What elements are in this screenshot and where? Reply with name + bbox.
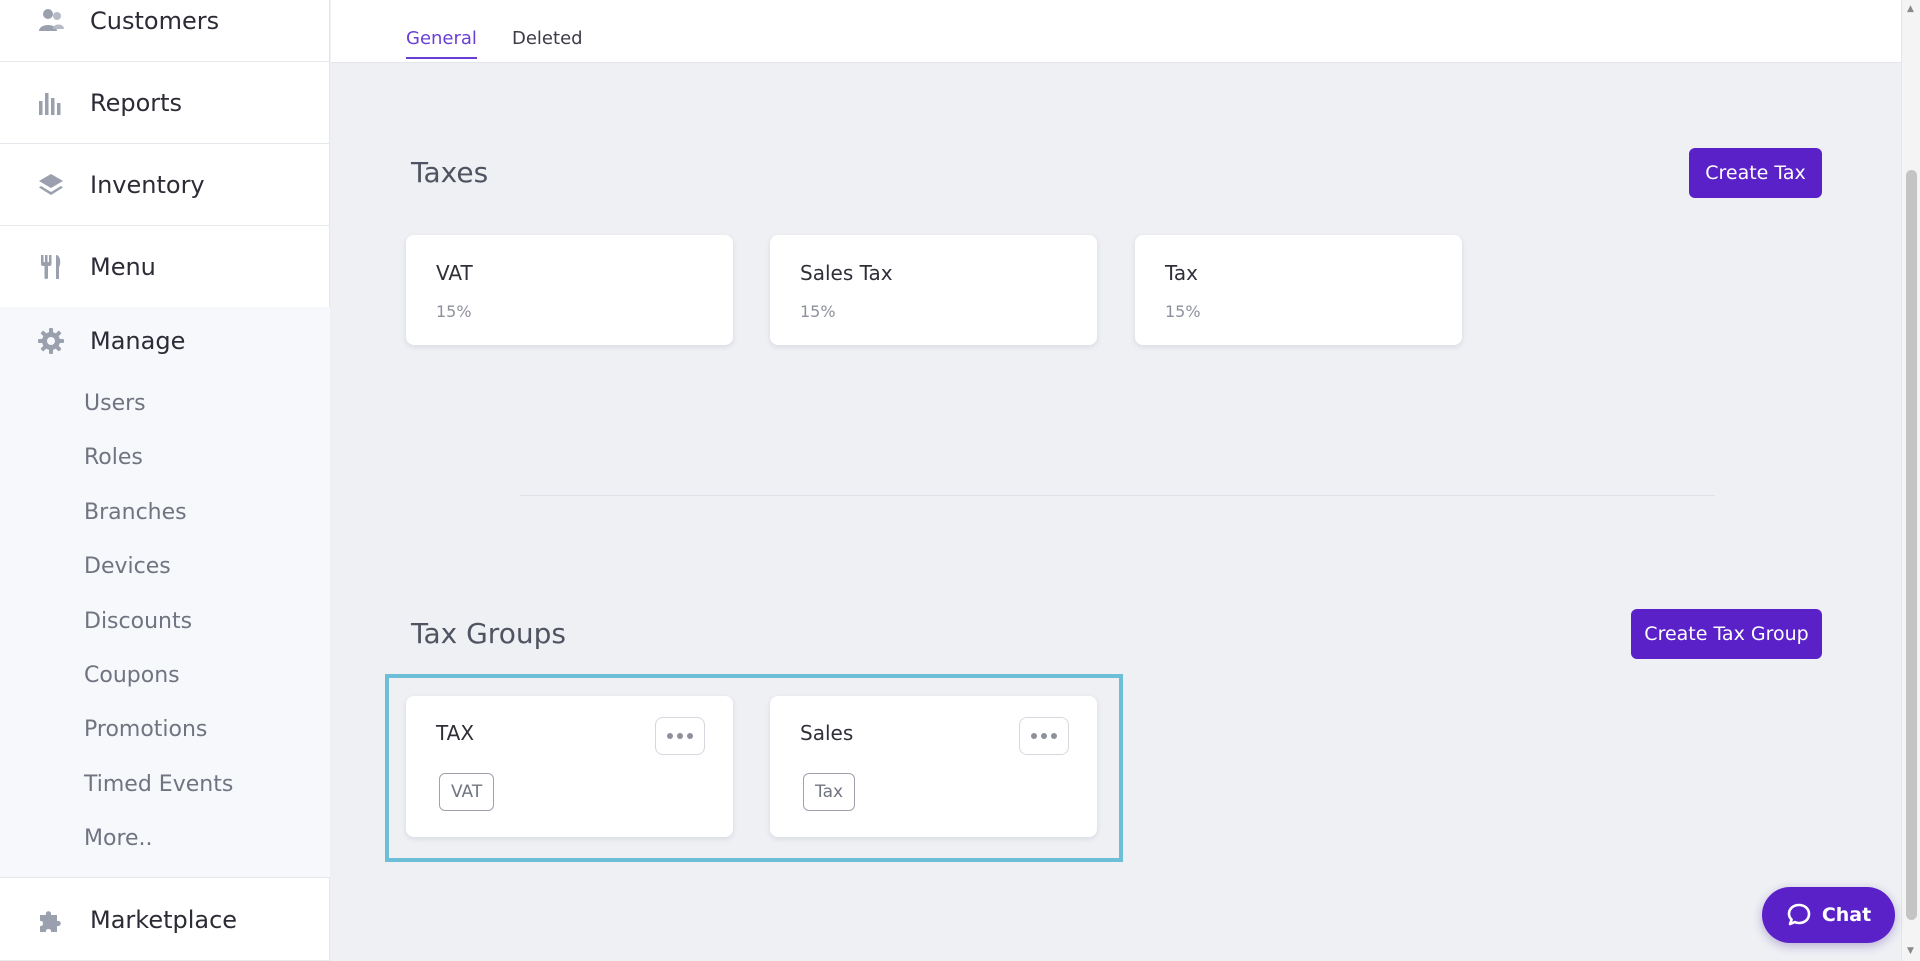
scroll-up-arrow-icon[interactable]: ▲ (1907, 4, 1914, 14)
tax-name: Tax (1165, 261, 1198, 285)
tax-group-name: TAX (436, 721, 475, 745)
tax-group-name: Sales (800, 721, 854, 745)
sidebar-item-label: Inventory (90, 170, 205, 199)
sidebar-item-label: Customers (90, 6, 220, 35)
tax-rate: 15% (1165, 302, 1201, 321)
puzzle-icon (36, 905, 66, 935)
sidebar-item-reports[interactable]: Reports (0, 62, 330, 144)
more-options-button[interactable] (1019, 717, 1069, 755)
sidebar: Customers Reports Inventory Menu Manage … (0, 0, 330, 961)
sidebar-subitem-timed-events[interactable]: Timed Events (84, 772, 233, 797)
tax-groups-title: Tax Groups (411, 617, 566, 650)
sidebar-item-label: Marketplace (90, 905, 238, 934)
sidebar-item-customers[interactable]: Customers (0, 0, 330, 62)
sidebar-item-label: Menu (90, 252, 156, 281)
ellipsis-icon (665, 733, 695, 739)
chat-bubble-icon (1786, 902, 1812, 928)
tab-deleted[interactable]: Deleted (512, 28, 583, 57)
sidebar-subitem-coupons[interactable]: Coupons (84, 663, 180, 688)
sidebar-subitem-roles[interactable]: Roles (84, 445, 143, 470)
sidebar-item-inventory[interactable]: Inventory (0, 144, 330, 226)
scroll-down-arrow-icon[interactable]: ▼ (1907, 946, 1914, 956)
sidebar-item-label: Reports (90, 88, 183, 117)
sidebar-subitem-users[interactable]: Users (84, 391, 146, 416)
tax-group-card-tax[interactable]: TAX VAT (406, 696, 733, 837)
tab-general[interactable]: General (406, 28, 477, 59)
chat-button[interactable]: Chat (1762, 887, 1895, 943)
ellipsis-icon (1029, 733, 1059, 739)
more-options-button[interactable] (655, 717, 705, 755)
tax-chip: Tax (803, 773, 856, 811)
sidebar-subitem-more[interactable]: More.. (84, 826, 153, 851)
sidebar-item-label: Manage (90, 327, 186, 355)
tax-rate: 15% (800, 302, 836, 321)
tab-bar: General Deleted (331, 0, 1901, 63)
taxes-title: Taxes (411, 156, 489, 189)
layers-icon (36, 170, 66, 200)
sidebar-item-marketplace[interactable]: Marketplace (0, 879, 330, 961)
sidebar-item-menu[interactable]: Menu (0, 226, 330, 308)
tax-rate: 15% (436, 302, 472, 321)
section-divider (520, 495, 1715, 496)
chat-label: Chat (1821, 904, 1872, 926)
tax-card-tax[interactable]: Tax 15% (1135, 235, 1462, 345)
tax-name: VAT (436, 261, 473, 285)
sidebar-subitem-branches[interactable]: Branches (84, 500, 187, 525)
tax-group-card-sales[interactable]: Sales Tax (770, 696, 1097, 837)
manage-section: Manage Users Roles Branches Devices Disc… (0, 307, 330, 878)
gear-icon (36, 326, 66, 356)
create-tax-button[interactable]: Create Tax (1689, 148, 1822, 198)
sidebar-subitem-promotions[interactable]: Promotions (84, 717, 207, 742)
create-tax-group-button[interactable]: Create Tax Group (1631, 609, 1822, 659)
customers-icon (36, 6, 66, 36)
tax-chip: VAT (439, 773, 495, 811)
scrollbar[interactable]: ▲ ▼ (1901, 0, 1920, 961)
sidebar-item-manage[interactable]: Manage (36, 326, 185, 356)
bar-chart-icon (36, 88, 66, 118)
sidebar-subitem-devices[interactable]: Devices (84, 554, 171, 579)
sidebar-subitem-discounts[interactable]: Discounts (84, 609, 192, 634)
tax-name: Sales Tax (800, 261, 893, 285)
utensils-icon (36, 252, 66, 282)
scrollbar-thumb[interactable] (1906, 170, 1917, 920)
tax-card-sales-tax[interactable]: Sales Tax 15% (770, 235, 1097, 345)
tax-card-vat[interactable]: VAT 15% (406, 235, 733, 345)
